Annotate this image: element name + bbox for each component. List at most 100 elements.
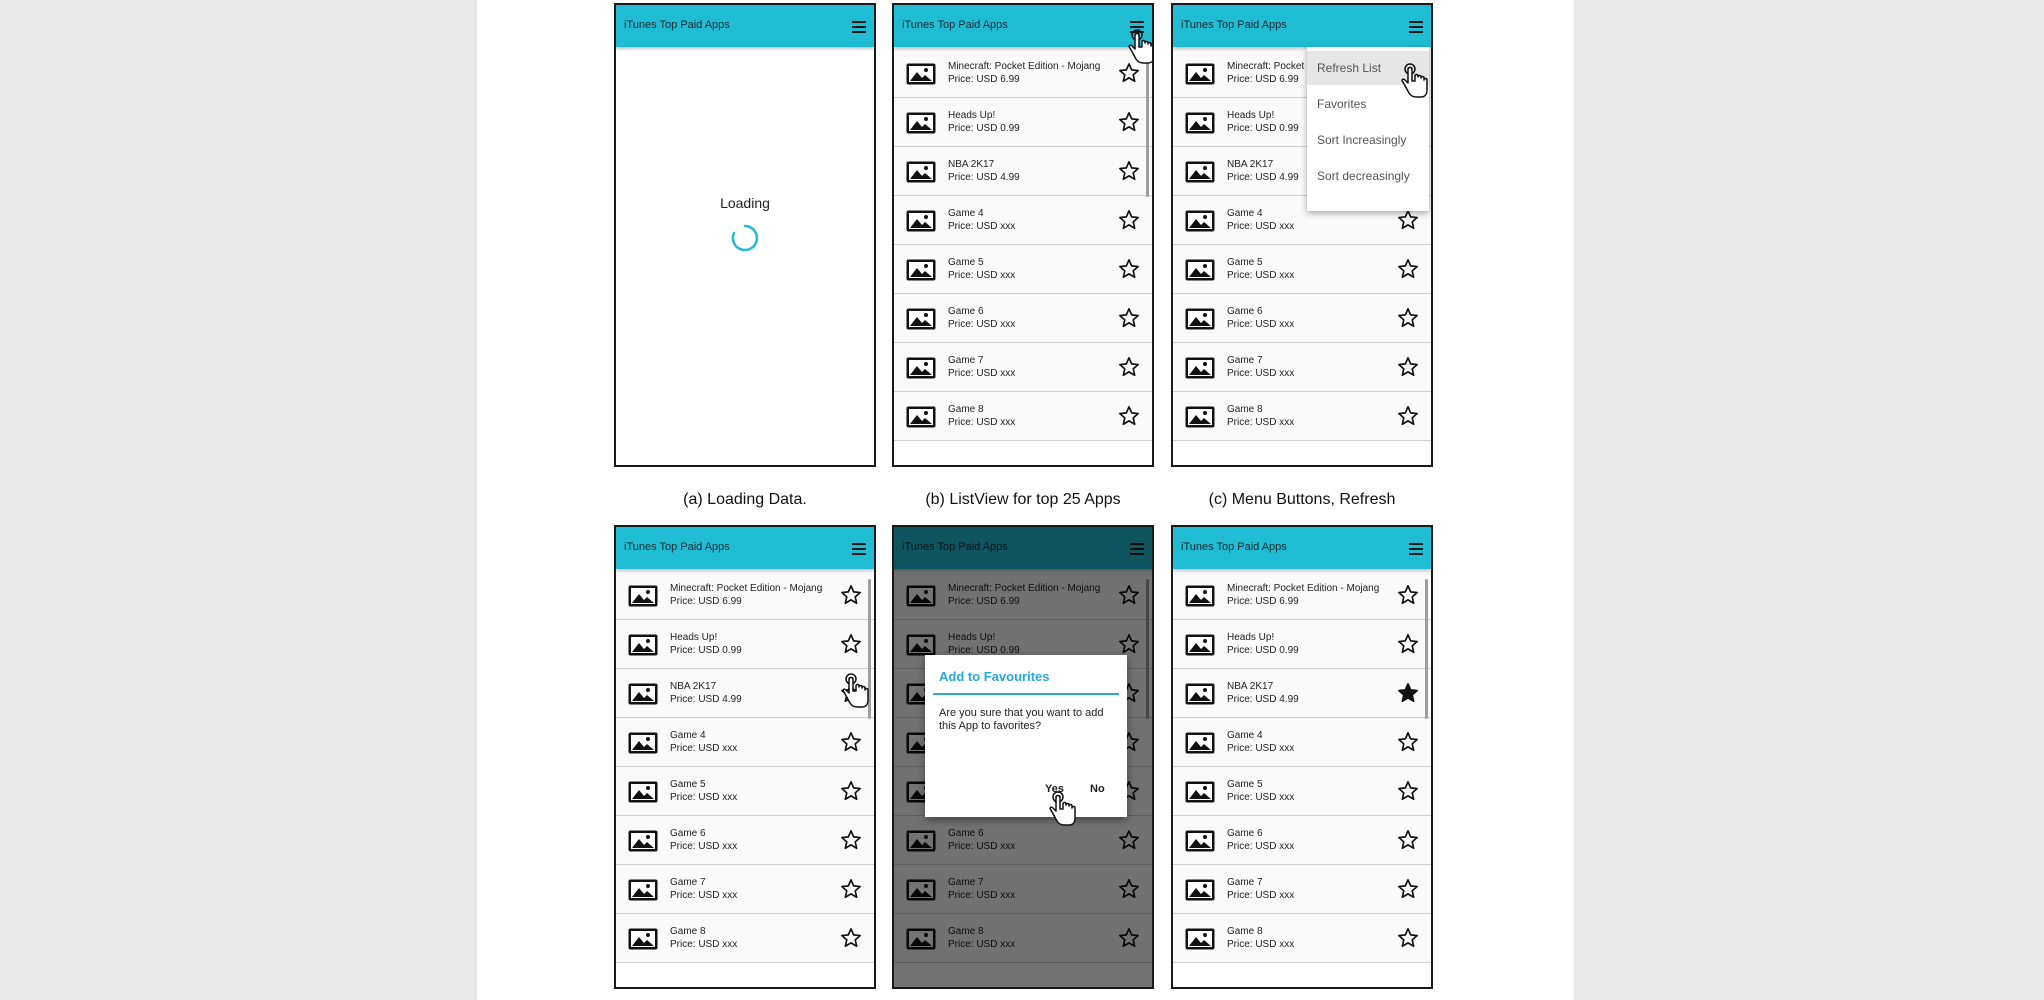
app-image-icon — [1185, 161, 1215, 183]
star-outline-icon[interactable] — [1397, 731, 1419, 753]
app-list[interactable]: Minecraft: Pocket Edition - Mojang Price:… — [894, 49, 1152, 441]
star-outline-icon[interactable] — [1118, 405, 1140, 427]
list-item[interactable]: Game 5 Price: USD xxx — [616, 767, 874, 816]
list-item[interactable]: Game 4 Price: USD xxx — [894, 196, 1152, 245]
list-item[interactable]: Game 7 Price: USD xxx — [894, 343, 1152, 392]
menu-item[interactable]: Sort Increasingly — [1307, 123, 1429, 157]
app-name: Game 7 — [948, 355, 984, 366]
star-outline-icon[interactable] — [840, 731, 862, 753]
list-item[interactable]: Heads Up! Price: USD 0.99 — [616, 620, 874, 669]
list-item[interactable]: Game 6 Price: USD xxx — [894, 294, 1152, 343]
star-outline-icon[interactable] — [1397, 356, 1419, 378]
star-outline-icon[interactable] — [840, 584, 862, 606]
star-outline-icon[interactable] — [1397, 780, 1419, 802]
list-item[interactable]: Game 8 Price: USD xxx — [616, 914, 874, 963]
phone-favorited: iTunes Top Paid Apps Minecraft: Pocket Ed… — [1171, 525, 1433, 989]
hamburger-menu-icon[interactable] — [852, 21, 866, 33]
loading-label: Loading — [720, 195, 770, 211]
app-price: Price: USD xxx — [1227, 743, 1295, 754]
list-item[interactable]: Game 5 Price: USD xxx — [894, 245, 1152, 294]
app-name: NBA 2K17 — [1227, 681, 1274, 692]
list-item[interactable]: Game 7 Price: USD xxx — [616, 865, 874, 914]
app-price: Price: USD xxx — [948, 270, 1016, 281]
list-item[interactable]: Game 4 Price: USD xxx — [1173, 718, 1431, 767]
app-image-icon — [1185, 634, 1215, 656]
app-price: Price: USD xxx — [1227, 939, 1295, 950]
star-outline-icon[interactable] — [1397, 829, 1419, 851]
star-outline-icon[interactable] — [840, 927, 862, 949]
app-name: NBA 2K17 — [670, 681, 717, 692]
hamburger-menu-icon[interactable] — [1409, 543, 1423, 555]
star-outline-icon[interactable] — [840, 829, 862, 851]
list-item[interactable]: Game 5 Price: USD xxx — [1173, 245, 1431, 294]
star-outline-icon[interactable] — [1118, 258, 1140, 280]
app-image-icon — [1185, 928, 1215, 950]
star-outline-icon[interactable] — [1397, 584, 1419, 606]
scrollbar[interactable] — [1425, 579, 1428, 719]
star-outline-icon[interactable] — [1118, 160, 1140, 182]
app-title: iTunes Top Paid Apps — [1181, 541, 1287, 553]
app-name: Game 8 — [670, 926, 706, 937]
star-outline-icon[interactable] — [1118, 356, 1140, 378]
star-outline-icon[interactable] — [840, 878, 862, 900]
list-item[interactable]: Game 6 Price: USD xxx — [616, 816, 874, 865]
app-name: Heads Up! — [1227, 632, 1275, 643]
dialog-divider — [933, 693, 1119, 695]
star-filled-icon[interactable] — [1397, 682, 1419, 704]
app-list[interactable]: Minecraft: Pocket Edition - Mojang Price:… — [616, 571, 874, 963]
app-image-icon — [628, 634, 658, 656]
star-outline-icon[interactable] — [1118, 209, 1140, 231]
star-outline-icon[interactable] — [1397, 633, 1419, 655]
star-outline-icon[interactable] — [1397, 258, 1419, 280]
app-name: Heads Up! — [1227, 110, 1275, 121]
dialog-title: Add to Favourites — [939, 669, 1050, 684]
star-outline-icon[interactable] — [1397, 307, 1419, 329]
list-item[interactable]: Minecraft: Pocket Edition - Mojang Price:… — [894, 49, 1152, 98]
app-image-icon — [1185, 732, 1215, 754]
star-outline-icon[interactable] — [1118, 111, 1140, 133]
list-item[interactable]: Heads Up! Price: USD 0.99 — [894, 98, 1152, 147]
list-item[interactable]: NBA 2K17 Price: USD 4.99 — [894, 147, 1152, 196]
app-image-icon — [906, 112, 936, 134]
list-item[interactable]: Minecraft: Pocket Edition - Mojang Price:… — [1173, 571, 1431, 620]
scrollbar[interactable] — [1146, 57, 1149, 197]
list-item[interactable]: NBA 2K17 Price: USD 4.99 — [616, 669, 874, 718]
list-item[interactable]: Game 8 Price: USD xxx — [1173, 392, 1431, 441]
confirm-dialog: Add to Favourites Are you sure that you w… — [925, 655, 1127, 817]
list-item[interactable]: Game 8 Price: USD xxx — [894, 392, 1152, 441]
app-name: Game 8 — [1227, 404, 1263, 415]
app-price: Price: USD xxx — [1227, 890, 1295, 901]
list-item[interactable]: Game 8 Price: USD xxx — [1173, 914, 1431, 963]
app-image-icon — [906, 357, 936, 379]
star-outline-icon[interactable] — [1118, 307, 1140, 329]
hamburger-menu-icon[interactable] — [1409, 21, 1423, 33]
star-outline-icon[interactable] — [1118, 62, 1140, 84]
app-image-icon — [906, 406, 936, 428]
app-name: Heads Up! — [670, 632, 718, 643]
star-outline-icon[interactable] — [1397, 927, 1419, 949]
app-list[interactable]: Minecraft: Pocket Edition - Mojang Price:… — [1173, 571, 1431, 963]
list-item[interactable]: Game 6 Price: USD xxx — [1173, 294, 1431, 343]
star-outline-icon[interactable] — [1397, 878, 1419, 900]
tap-hand-icon — [842, 673, 869, 708]
star-outline-icon[interactable] — [840, 633, 862, 655]
app-price: Price: USD 6.99 — [948, 74, 1020, 85]
list-item[interactable]: Game 7 Price: USD xxx — [1173, 865, 1431, 914]
no-button[interactable]: No — [1090, 783, 1105, 795]
app-name: Minecraft: Pocket Edition - Mojang — [948, 61, 1101, 72]
star-outline-icon[interactable] — [1397, 209, 1419, 231]
list-item[interactable]: Game 5 Price: USD xxx — [1173, 767, 1431, 816]
list-item[interactable]: Game 4 Price: USD xxx — [616, 718, 874, 767]
list-item[interactable]: Heads Up! Price: USD 0.99 — [1173, 620, 1431, 669]
list-item[interactable]: Minecraft: Pocket Edition - Mojang Price:… — [616, 571, 874, 620]
app-price: Price: USD xxx — [1227, 221, 1295, 232]
list-item[interactable]: NBA 2K17 Price: USD 4.99 — [1173, 669, 1431, 718]
app-image-icon — [1185, 879, 1215, 901]
star-outline-icon[interactable] — [1397, 405, 1419, 427]
list-item[interactable]: Game 7 Price: USD xxx — [1173, 343, 1431, 392]
hamburger-menu-icon[interactable] — [852, 543, 866, 555]
list-item[interactable]: Game 6 Price: USD xxx — [1173, 816, 1431, 865]
app-name: Game 8 — [948, 404, 984, 415]
menu-item[interactable]: Sort decreasingly — [1307, 159, 1429, 193]
star-outline-icon[interactable] — [840, 780, 862, 802]
